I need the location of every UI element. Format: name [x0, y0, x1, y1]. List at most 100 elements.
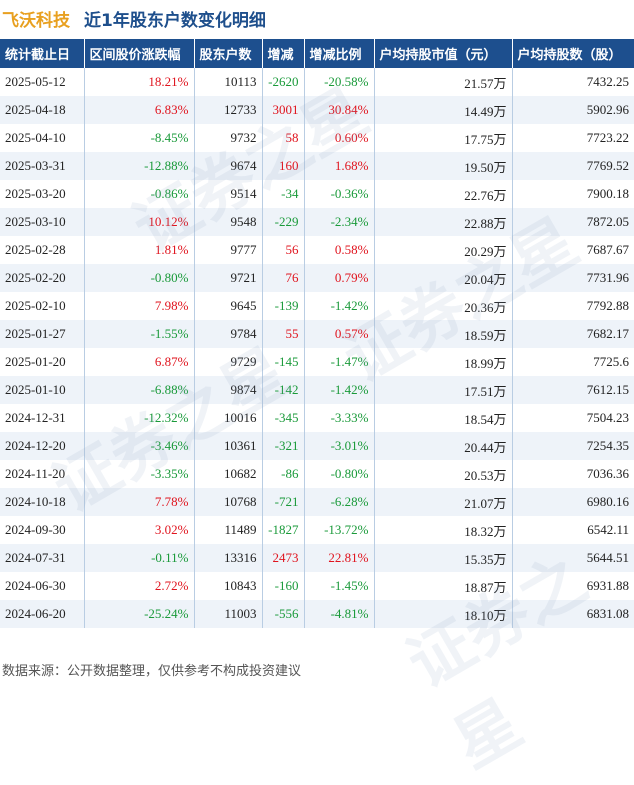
cell-avg-value: 18.32万	[374, 516, 513, 544]
cell-change-ratio: 22.81%	[304, 544, 375, 572]
cell-change-ratio: 0.58%	[304, 236, 375, 264]
table-row: 2024-07-31 -0.11% 13316 2473 22.81% 15.35万 564…	[0, 544, 634, 572]
cell-change: -1827	[262, 516, 305, 544]
cell-date: 2025-03-10	[0, 208, 85, 236]
cell-date: 2025-02-10	[0, 292, 85, 320]
table-row: 2025-02-10 7.98% 9645 -139 -1.42% 20.36万 7792.…	[0, 292, 634, 320]
cell-change-ratio: -1.42%	[304, 292, 375, 320]
cell-price-change: 7.78%	[84, 488, 195, 516]
cell-avg-value: 21.57万	[374, 68, 513, 96]
cell-avg-shares: 7254.35	[512, 432, 634, 460]
cell-price-change: 18.21%	[84, 68, 195, 96]
cell-date: 2025-02-28	[0, 236, 85, 264]
table-row: 2025-03-31 -12.88% 9674 160 1.68% 19.50万 7769.…	[0, 152, 634, 180]
cell-date: 2024-06-20	[0, 600, 85, 628]
table-row: 2025-02-28 1.81% 9777 56 0.58% 20.29万 7687.67	[0, 236, 634, 264]
cell-date: 2025-01-27	[0, 320, 85, 348]
cell-avg-value: 22.88万	[374, 208, 513, 236]
col-header-price-change: 区间股价涨跌幅	[84, 39, 195, 68]
cell-avg-value: 22.76万	[374, 180, 513, 208]
cell-avg-shares: 6831.08	[512, 600, 634, 628]
cell-price-change: -3.35%	[84, 460, 195, 488]
table-row: 2024-06-30 2.72% 10843 -160 -1.45% 18.87万 6931…	[0, 572, 634, 600]
cell-holders: 9548	[194, 208, 263, 236]
table-row: 2025-02-20 -0.80% 9721 76 0.79% 20.04万 7731.96	[0, 264, 634, 292]
cell-avg-shares: 7682.17	[512, 320, 634, 348]
cell-change: 55	[262, 320, 305, 348]
cell-change: 3001	[262, 96, 305, 124]
cell-holders: 9674	[194, 152, 263, 180]
cell-holders: 9874	[194, 376, 263, 404]
cell-avg-value: 20.04万	[374, 264, 513, 292]
cell-avg-value: 14.49万	[374, 96, 513, 124]
cell-avg-shares: 7612.15	[512, 376, 634, 404]
table-row: 2025-05-12 18.21% 10113 -2620 -20.58% 21.57万 7…	[0, 68, 634, 96]
cell-avg-shares: 6980.16	[512, 488, 634, 516]
cell-change: 56	[262, 236, 305, 264]
col-header-holders: 股东户数	[194, 39, 263, 68]
cell-avg-shares: 6542.11	[512, 516, 634, 544]
cell-date: 2025-03-20	[0, 180, 85, 208]
cell-holders: 10016	[194, 404, 263, 432]
cell-avg-shares: 7687.67	[512, 236, 634, 264]
cell-change: -721	[262, 488, 305, 516]
cell-change-ratio: -6.28%	[304, 488, 375, 516]
table-row: 2024-12-20 -3.46% 10361 -321 -3.01% 20.44万 725…	[0, 432, 634, 460]
cell-holders: 10361	[194, 432, 263, 460]
cell-avg-value: 18.99万	[374, 348, 513, 376]
cell-avg-value: 18.54万	[374, 404, 513, 432]
cell-avg-value: 18.87万	[374, 572, 513, 600]
cell-price-change: 1.81%	[84, 236, 195, 264]
cell-avg-shares: 7872.05	[512, 208, 634, 236]
cell-change: 2473	[262, 544, 305, 572]
table-row: 2025-04-18 6.83% 12733 3001 30.84% 14.49万 5902…	[0, 96, 634, 124]
cell-date: 2025-04-10	[0, 124, 85, 152]
cell-change: 76	[262, 264, 305, 292]
cell-holders: 10682	[194, 460, 263, 488]
cell-avg-shares: 7725.6	[512, 348, 634, 376]
cell-holders: 13316	[194, 544, 263, 572]
table-row: 2025-03-10 10.12% 9548 -229 -2.34% 22.88万 7872…	[0, 208, 634, 236]
cell-avg-value: 17.75万	[374, 124, 513, 152]
cell-holders: 11003	[194, 600, 263, 628]
cell-price-change: 6.83%	[84, 96, 195, 124]
cell-change-ratio: -1.45%	[304, 572, 375, 600]
cell-holders: 10113	[194, 68, 263, 96]
company-name: 飞沃科技	[2, 10, 70, 31]
cell-avg-shares: 7769.52	[512, 152, 634, 180]
cell-date: 2025-01-20	[0, 348, 85, 376]
cell-change-ratio: -1.47%	[304, 348, 375, 376]
cell-date: 2025-04-18	[0, 96, 85, 124]
cell-holders: 12733	[194, 96, 263, 124]
cell-avg-value: 20.53万	[374, 460, 513, 488]
cell-price-change: -12.32%	[84, 404, 195, 432]
cell-price-change: -12.88%	[84, 152, 195, 180]
cell-change-ratio: 1.68%	[304, 152, 375, 180]
cell-avg-shares: 7900.18	[512, 180, 634, 208]
cell-price-change: -0.80%	[84, 264, 195, 292]
cell-price-change: -0.11%	[84, 544, 195, 572]
cell-change: -321	[262, 432, 305, 460]
col-header-change: 增减	[262, 39, 305, 68]
cell-change-ratio: 30.84%	[304, 96, 375, 124]
cell-change-ratio: -1.42%	[304, 376, 375, 404]
cell-change-ratio: -20.58%	[304, 68, 375, 96]
table-row: 2024-11-20 -3.35% 10682 -86 -0.80% 20.53万 7036…	[0, 460, 634, 488]
cell-change-ratio: -2.34%	[304, 208, 375, 236]
cell-date: 2024-07-31	[0, 544, 85, 572]
table-row: 2024-06-20 -25.24% 11003 -556 -4.81% 18.10万 68…	[0, 600, 634, 628]
cell-holders: 9514	[194, 180, 263, 208]
page-title: 飞沃科技 近1年股东户数变化明细	[0, 0, 634, 36]
cell-date: 2024-12-31	[0, 404, 85, 432]
cell-holders: 10843	[194, 572, 263, 600]
cell-avg-value: 15.35万	[374, 544, 513, 572]
cell-change-ratio: 0.60%	[304, 124, 375, 152]
cell-holders: 11489	[194, 516, 263, 544]
cell-change-ratio: -0.80%	[304, 460, 375, 488]
table-header-row: 统计截止日 区间股价涨跌幅 股东户数 增减 增减比例 户均持股市值（元） 户均持…	[0, 39, 634, 68]
cell-price-change: 6.87%	[84, 348, 195, 376]
table-row: 2024-12-31 -12.32% 10016 -345 -3.33% 18.54万 75…	[0, 404, 634, 432]
cell-price-change: -0.86%	[84, 180, 195, 208]
cell-change: -142	[262, 376, 305, 404]
cell-price-change: 2.72%	[84, 572, 195, 600]
